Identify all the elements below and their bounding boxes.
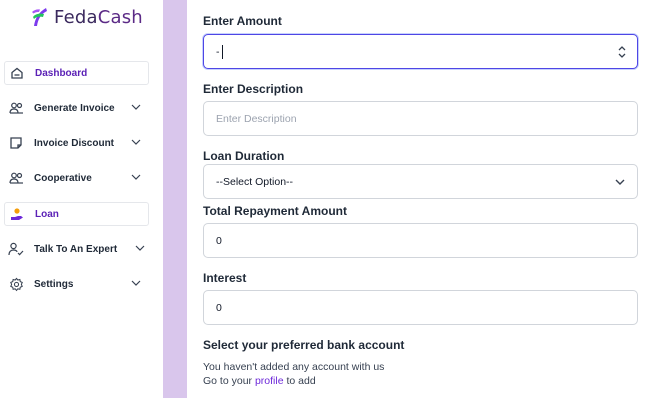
brand-name-part2: Cash: [97, 6, 143, 28]
amount-value: -: [216, 45, 220, 58]
loan-duration-label: Loan Duration: [203, 149, 285, 163]
amount-label: Enter Amount: [203, 14, 282, 28]
sidebar-item-label: Cooperative: [34, 172, 92, 184]
sidebar-item-label: Loan: [35, 208, 59, 220]
home-icon: [9, 65, 25, 81]
sidebar-item-label: Invoice Discount: [34, 137, 115, 149]
sidebar-item-generate-invoice[interactable]: Generate Invoice: [4, 96, 149, 120]
chevron-down-icon[interactable]: [131, 172, 141, 182]
sidebar-item-settings[interactable]: Settings: [4, 272, 149, 296]
interest-input[interactable]: 0: [203, 290, 638, 325]
sidebar-item-label: Talk To An Expert: [34, 243, 118, 255]
brand-name: FedaCash: [54, 7, 143, 28]
chevron-down-icon[interactable]: [131, 102, 141, 112]
sidebar: FedaCash Dashboard Generate Invoice Invo…: [0, 0, 163, 398]
users-icon: [8, 100, 24, 116]
description-input[interactable]: Enter Description: [203, 101, 638, 136]
loan-duration-selected: --Select Option--: [216, 175, 294, 188]
users-icon: [8, 170, 24, 186]
chevron-down-icon[interactable]: [131, 278, 141, 288]
brand-name-part1: Feda: [54, 6, 98, 28]
interest-label: Interest: [203, 271, 247, 285]
sidebar-item-invoice-discount[interactable]: Invoice Discount: [4, 131, 149, 155]
sidebar-item-dashboard[interactable]: Dashboard: [4, 61, 149, 85]
amount-input[interactable]: -: [203, 34, 638, 69]
bank-account-title: Select your preferred bank account: [203, 338, 405, 352]
loan-duration-select[interactable]: --Select Option--: [203, 164, 638, 199]
sidebar-item-talk-to-an-expert[interactable]: Talk To An Expert: [4, 237, 149, 261]
sidebar-item-cooperative[interactable]: Cooperative: [4, 166, 149, 190]
sidebar-item-label: Dashboard: [35, 67, 88, 79]
hand-coin-icon: [9, 206, 25, 222]
profile-hint-prefix: Go to your: [203, 375, 253, 387]
interest-value: 0: [216, 301, 222, 314]
chevron-down-icon[interactable]: [135, 243, 145, 253]
note-icon: [8, 135, 24, 151]
profile-link[interactable]: profile: [255, 375, 284, 387]
number-spinner-icon[interactable]: [618, 45, 626, 59]
user-check-icon: [8, 241, 24, 257]
text-cursor: [221, 44, 223, 59]
total-repayment-label: Total Repayment Amount: [203, 204, 348, 218]
gear-icon: [8, 276, 24, 292]
profile-hint-suffix: to add: [286, 375, 316, 387]
total-repayment-value: 0: [216, 234, 222, 247]
sidebar-item-label: Settings: [34, 278, 74, 290]
no-account-message: You haven't added any account with us: [203, 361, 385, 373]
sidebar-divider-strip: [163, 0, 187, 398]
description-label: Enter Description: [203, 82, 304, 96]
chevron-down-icon[interactable]: [131, 137, 141, 147]
sidebar-item-loan[interactable]: Loan: [4, 202, 149, 226]
description-placeholder: Enter Description: [216, 112, 297, 125]
profile-hint: Go to your profile to add: [203, 375, 316, 387]
sidebar-item-label: Generate Invoice: [34, 102, 115, 114]
chevron-down-icon: [615, 179, 625, 185]
brand-logo[interactable]: FedaCash: [30, 6, 143, 28]
loan-form: Enter Amount - Enter Description Enter D…: [187, 0, 655, 398]
fedacash-logo-icon: [32, 8, 47, 26]
total-repayment-input[interactable]: 0: [203, 223, 638, 258]
